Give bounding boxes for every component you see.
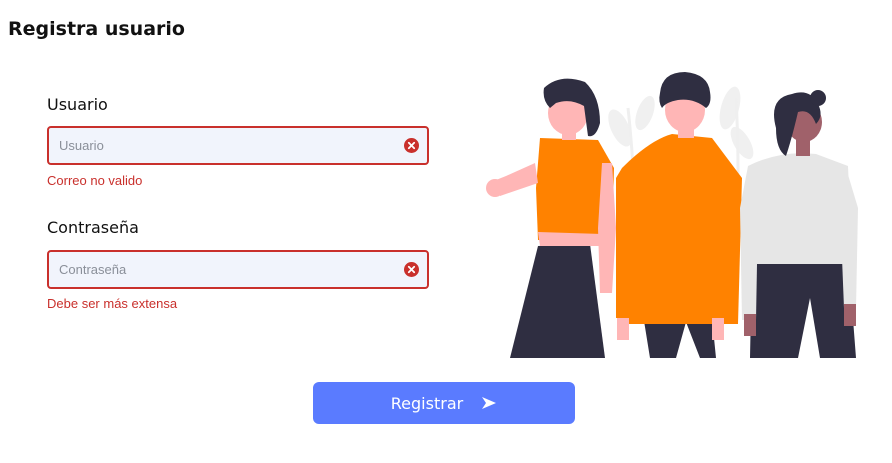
person-right-figure [740, 90, 858, 358]
password-error-message: Debe ser más extensa [47, 296, 178, 311]
user-field[interactable] [47, 126, 429, 165]
password-label: Contraseña [47, 218, 139, 237]
arrow-right-icon [482, 397, 497, 409]
person-left-figure [486, 78, 616, 358]
user-error-message: Correo no valido [47, 173, 143, 188]
user-input[interactable] [49, 128, 427, 163]
register-button[interactable]: Registrar [313, 382, 575, 424]
error-circle-icon [404, 262, 419, 277]
register-button-label: Registrar [390, 393, 464, 413]
people-illustration [486, 72, 858, 358]
password-input[interactable] [49, 252, 427, 287]
user-label: Usuario [47, 95, 108, 114]
error-circle-icon [404, 138, 419, 153]
password-field[interactable] [47, 250, 429, 289]
page-title: Registra usuario [8, 18, 185, 40]
